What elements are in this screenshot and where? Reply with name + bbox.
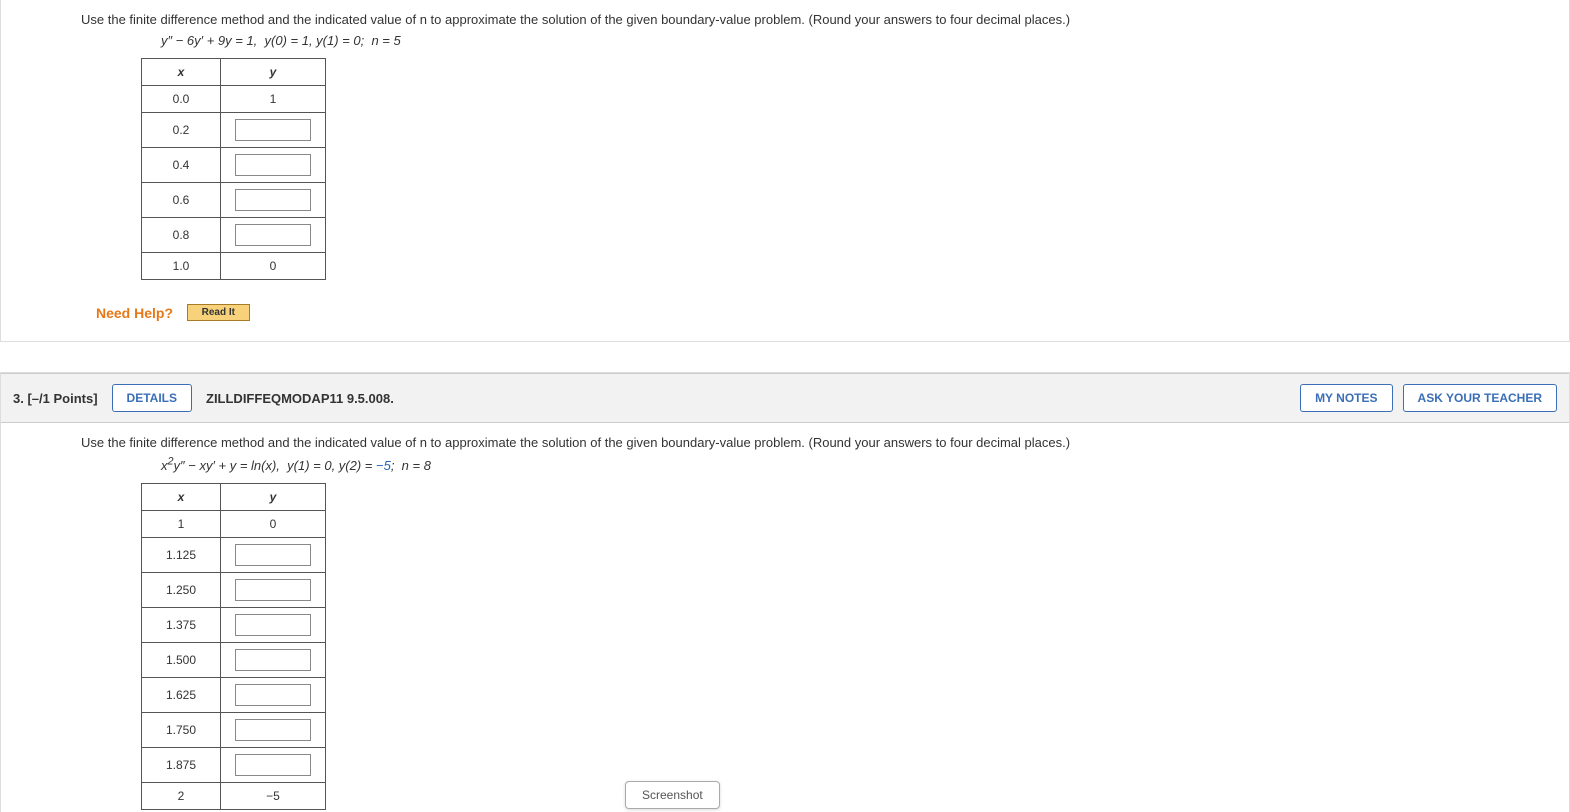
answer-input[interactable] — [235, 579, 311, 601]
x-value: 1.625 — [142, 678, 221, 713]
y-cell — [221, 713, 326, 748]
question-content: Use the finite difference method and the… — [1, 423, 1569, 812]
answer-input[interactable] — [235, 754, 311, 776]
question-prompt: Use the finite difference method and the… — [81, 8, 1569, 27]
answer-input[interactable] — [235, 719, 311, 741]
answer-input[interactable] — [235, 544, 311, 566]
y-cell — [221, 748, 326, 783]
x-value: 1 — [142, 511, 221, 538]
equation: y″ − 6y′ + 9y = 1, y(0) = 1, y(1) = 0; n… — [161, 33, 1569, 48]
question-points: [–/1 Points] — [27, 391, 97, 406]
table-row: 0.2 — [142, 113, 326, 148]
table-row: 1 0 — [142, 511, 326, 538]
col-y: y — [221, 484, 326, 511]
y-cell — [221, 643, 326, 678]
y-cell — [221, 573, 326, 608]
table-row: 1.625 — [142, 678, 326, 713]
question-reference: ZILLDIFFEQMODAP11 9.5.008. — [206, 391, 394, 406]
col-y: y — [221, 59, 326, 86]
answer-input[interactable] — [235, 189, 311, 211]
table-row: 1.125 — [142, 538, 326, 573]
y-cell — [221, 608, 326, 643]
table-row: 0.8 — [142, 218, 326, 253]
question-block-3: 3. [–/1 Points] DETAILS ZILLDIFFEQMODAP1… — [0, 372, 1570, 812]
y-cell — [221, 148, 326, 183]
y-cell — [221, 678, 326, 713]
x-value: 1.0 — [142, 253, 221, 280]
prompt-text: Use the finite difference method and the… — [81, 12, 1070, 27]
y-cell — [221, 218, 326, 253]
table-row: 0.0 1 — [142, 86, 326, 113]
col-x: x — [142, 484, 221, 511]
table-row: 1.375 — [142, 608, 326, 643]
ask-teacher-button[interactable]: ASK YOUR TEACHER — [1403, 384, 1557, 412]
question-header-left: 3. [–/1 Points] DETAILS ZILLDIFFEQMODAP1… — [13, 384, 394, 412]
answer-input[interactable] — [235, 649, 311, 671]
y-value: 0 — [221, 253, 326, 280]
question-content: Use the finite difference method and the… — [1, 0, 1569, 341]
details-button[interactable]: DETAILS — [112, 384, 192, 412]
table-row: 0.4 — [142, 148, 326, 183]
y-cell — [221, 183, 326, 218]
x-value: 1.500 — [142, 643, 221, 678]
table-row: 2 −5 — [142, 783, 326, 810]
x-value: 0.0 — [142, 86, 221, 113]
y-value: 0 — [221, 511, 326, 538]
question-prompt: Use the finite difference method and the… — [81, 431, 1569, 450]
x-value: 0.4 — [142, 148, 221, 183]
answer-input[interactable] — [235, 119, 311, 141]
table-header-row: x y — [142, 484, 326, 511]
question-number: 3. [–/1 Points] — [13, 391, 98, 406]
table-header-row: x y — [142, 59, 326, 86]
x-value: 0.2 — [142, 113, 221, 148]
x-value: 1.750 — [142, 713, 221, 748]
my-notes-button[interactable]: MY NOTES — [1300, 384, 1392, 412]
x-value: 0.8 — [142, 218, 221, 253]
y-cell — [221, 113, 326, 148]
x-value: 1.375 — [142, 608, 221, 643]
solution-table: x y 0.0 1 0.2 0.4 0.6 — [141, 58, 326, 280]
answer-input[interactable] — [235, 614, 311, 636]
question-header-right: MY NOTES ASK YOUR TEACHER — [1300, 384, 1557, 412]
x-value: 1.250 — [142, 573, 221, 608]
table-row: 1.250 — [142, 573, 326, 608]
table-row: 1.875 — [142, 748, 326, 783]
solution-table: x y 1 0 1.125 1.250 1.375 — [141, 483, 326, 810]
y-cell — [221, 538, 326, 573]
table-row: 1.750 — [142, 713, 326, 748]
prompt-text: Use the finite difference method and the… — [81, 435, 1070, 450]
read-it-button[interactable]: Read It — [187, 304, 250, 321]
x-value: 0.6 — [142, 183, 221, 218]
x-value: 1.875 — [142, 748, 221, 783]
need-help-label: Need Help? — [96, 305, 173, 321]
answer-input[interactable] — [235, 224, 311, 246]
question-header: 3. [–/1 Points] DETAILS ZILLDIFFEQMODAP1… — [1, 373, 1569, 423]
y-value: −5 — [221, 783, 326, 810]
col-x: x — [142, 59, 221, 86]
table-row: 1.0 0 — [142, 253, 326, 280]
y-value: 1 — [221, 86, 326, 113]
x-value: 1.125 — [142, 538, 221, 573]
screenshot-button[interactable]: Screenshot — [625, 781, 720, 809]
x-value: 2 — [142, 783, 221, 810]
answer-input[interactable] — [235, 154, 311, 176]
question-block-2: Use the finite difference method and the… — [0, 0, 1570, 342]
need-help-section: Need Help? Read It — [96, 304, 1569, 321]
answer-input[interactable] — [235, 684, 311, 706]
equation: x2y″ − xy′ + y = ln(x), y(1) = 0, y(2) =… — [161, 456, 1569, 473]
table-row: 0.6 — [142, 183, 326, 218]
table-row: 1.500 — [142, 643, 326, 678]
